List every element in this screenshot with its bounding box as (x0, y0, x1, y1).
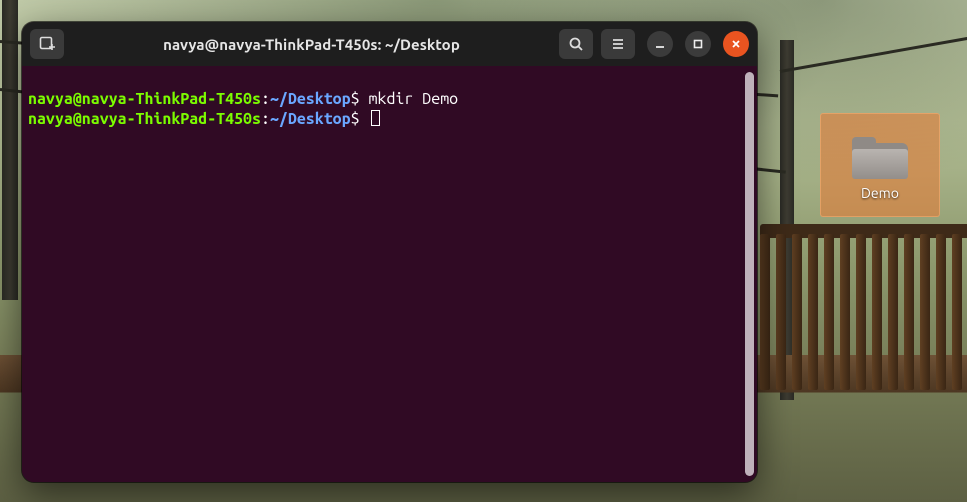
minimize-button[interactable] (647, 31, 673, 57)
terminal-window[interactable]: navya@navya-ThinkPad-T450s: ~/Desktop na… (22, 22, 757, 482)
new-tab-button[interactable] (30, 29, 64, 59)
hamburger-menu-button[interactable] (601, 29, 635, 59)
prompt-user: navya (28, 110, 73, 128)
prompt-host: navya-ThinkPad-T450s (82, 110, 261, 128)
prompt-sep: : (261, 110, 270, 128)
wallpaper-post (2, 0, 18, 300)
search-button[interactable] (559, 29, 593, 59)
terminal-body[interactable]: navya@navya-ThinkPad-T450s:~/Desktop$ mk… (22, 66, 757, 482)
prompt-dollar: $ (351, 90, 360, 108)
prompt-dollar: $ (351, 110, 360, 128)
maximize-button[interactable] (685, 31, 711, 57)
titlebar[interactable]: navya@navya-ThinkPad-T450s: ~/Desktop (22, 22, 757, 66)
terminal-line: navya@navya-ThinkPad-T450s:~/Desktop$ mk… (28, 90, 458, 108)
window-title: navya@navya-ThinkPad-T450s: ~/Desktop (72, 36, 551, 53)
prompt-at: @ (73, 90, 82, 108)
scrollbar[interactable] (745, 72, 754, 476)
prompt-path: ~/Desktop (270, 110, 351, 128)
desktop-folder-label: Demo (861, 185, 899, 201)
command-text (360, 110, 369, 128)
prompt-at: @ (73, 110, 82, 128)
folder-icon (852, 137, 908, 179)
prompt-user: navya (28, 90, 73, 108)
wallpaper-railing (760, 220, 967, 390)
desktop-folder-demo[interactable]: Demo (820, 113, 940, 217)
terminal-output: navya@navya-ThinkPad-T450s:~/Desktop$ mk… (26, 72, 751, 146)
prompt-path: ~/Desktop (270, 90, 351, 108)
command-text: mkdir Demo (360, 90, 459, 108)
prompt-sep: : (261, 90, 270, 108)
terminal-line: navya@navya-ThinkPad-T450s:~/Desktop$ (28, 110, 380, 128)
cursor-icon (371, 110, 380, 126)
prompt-host: navya-ThinkPad-T450s (82, 90, 261, 108)
close-button[interactable] (723, 31, 749, 57)
